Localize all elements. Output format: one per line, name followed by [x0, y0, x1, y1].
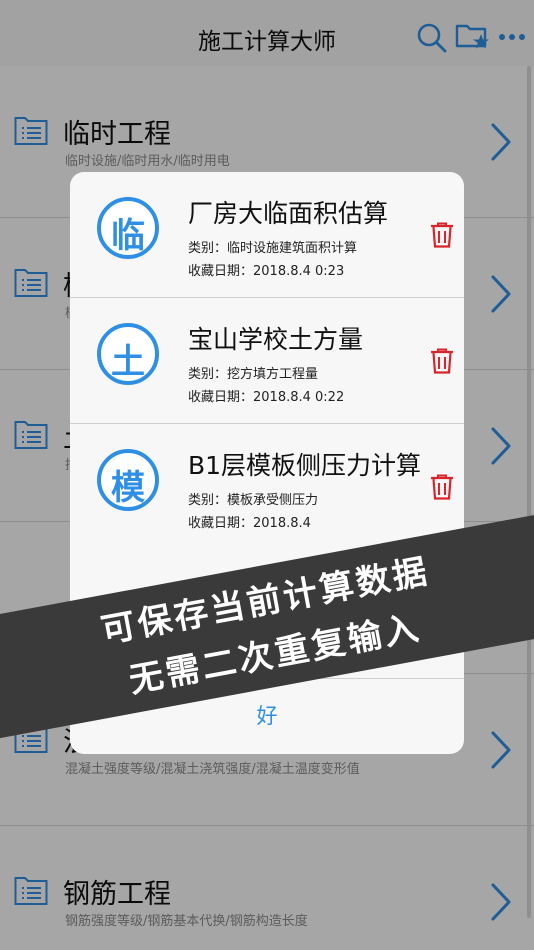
favorite-name: 厂房大临面积估算	[188, 199, 389, 228]
trash-icon[interactable]	[430, 474, 454, 504]
favorite-category: 类别：挖方填方工程量	[188, 367, 319, 382]
favorite-name: B1层模板侧压力计算	[188, 451, 422, 480]
trash-icon[interactable]	[430, 348, 454, 378]
favorite-date: 收藏日期：2018.8.4 0:23	[188, 264, 345, 279]
category-badge: 土	[97, 323, 159, 385]
category-badge: 临	[97, 197, 159, 259]
favorite-item[interactable]: 模 B1层模板侧压力计算 类别：模板承受侧压力 收藏日期：2018.8.4	[70, 424, 464, 550]
favorite-item[interactable]: 临 厂房大临面积估算 类别：临时设施建筑面积计算 收藏日期：2018.8.4 0…	[70, 172, 464, 298]
trash-icon[interactable]	[430, 222, 454, 252]
favorite-name: 宝山学校土方量	[188, 325, 364, 354]
category-badge: 模	[97, 449, 159, 511]
favorite-category: 类别：临时设施建筑面积计算	[188, 241, 358, 256]
favorite-date: 收藏日期：2018.8.4	[188, 516, 311, 531]
favorite-category: 类别：模板承受侧压力	[188, 493, 319, 508]
favorite-date: 收藏日期：2018.8.4 0:22	[188, 390, 345, 405]
favorite-item[interactable]: 土 宝山学校土方量 类别：挖方填方工程量 收藏日期：2018.8.4 0:22	[70, 298, 464, 424]
